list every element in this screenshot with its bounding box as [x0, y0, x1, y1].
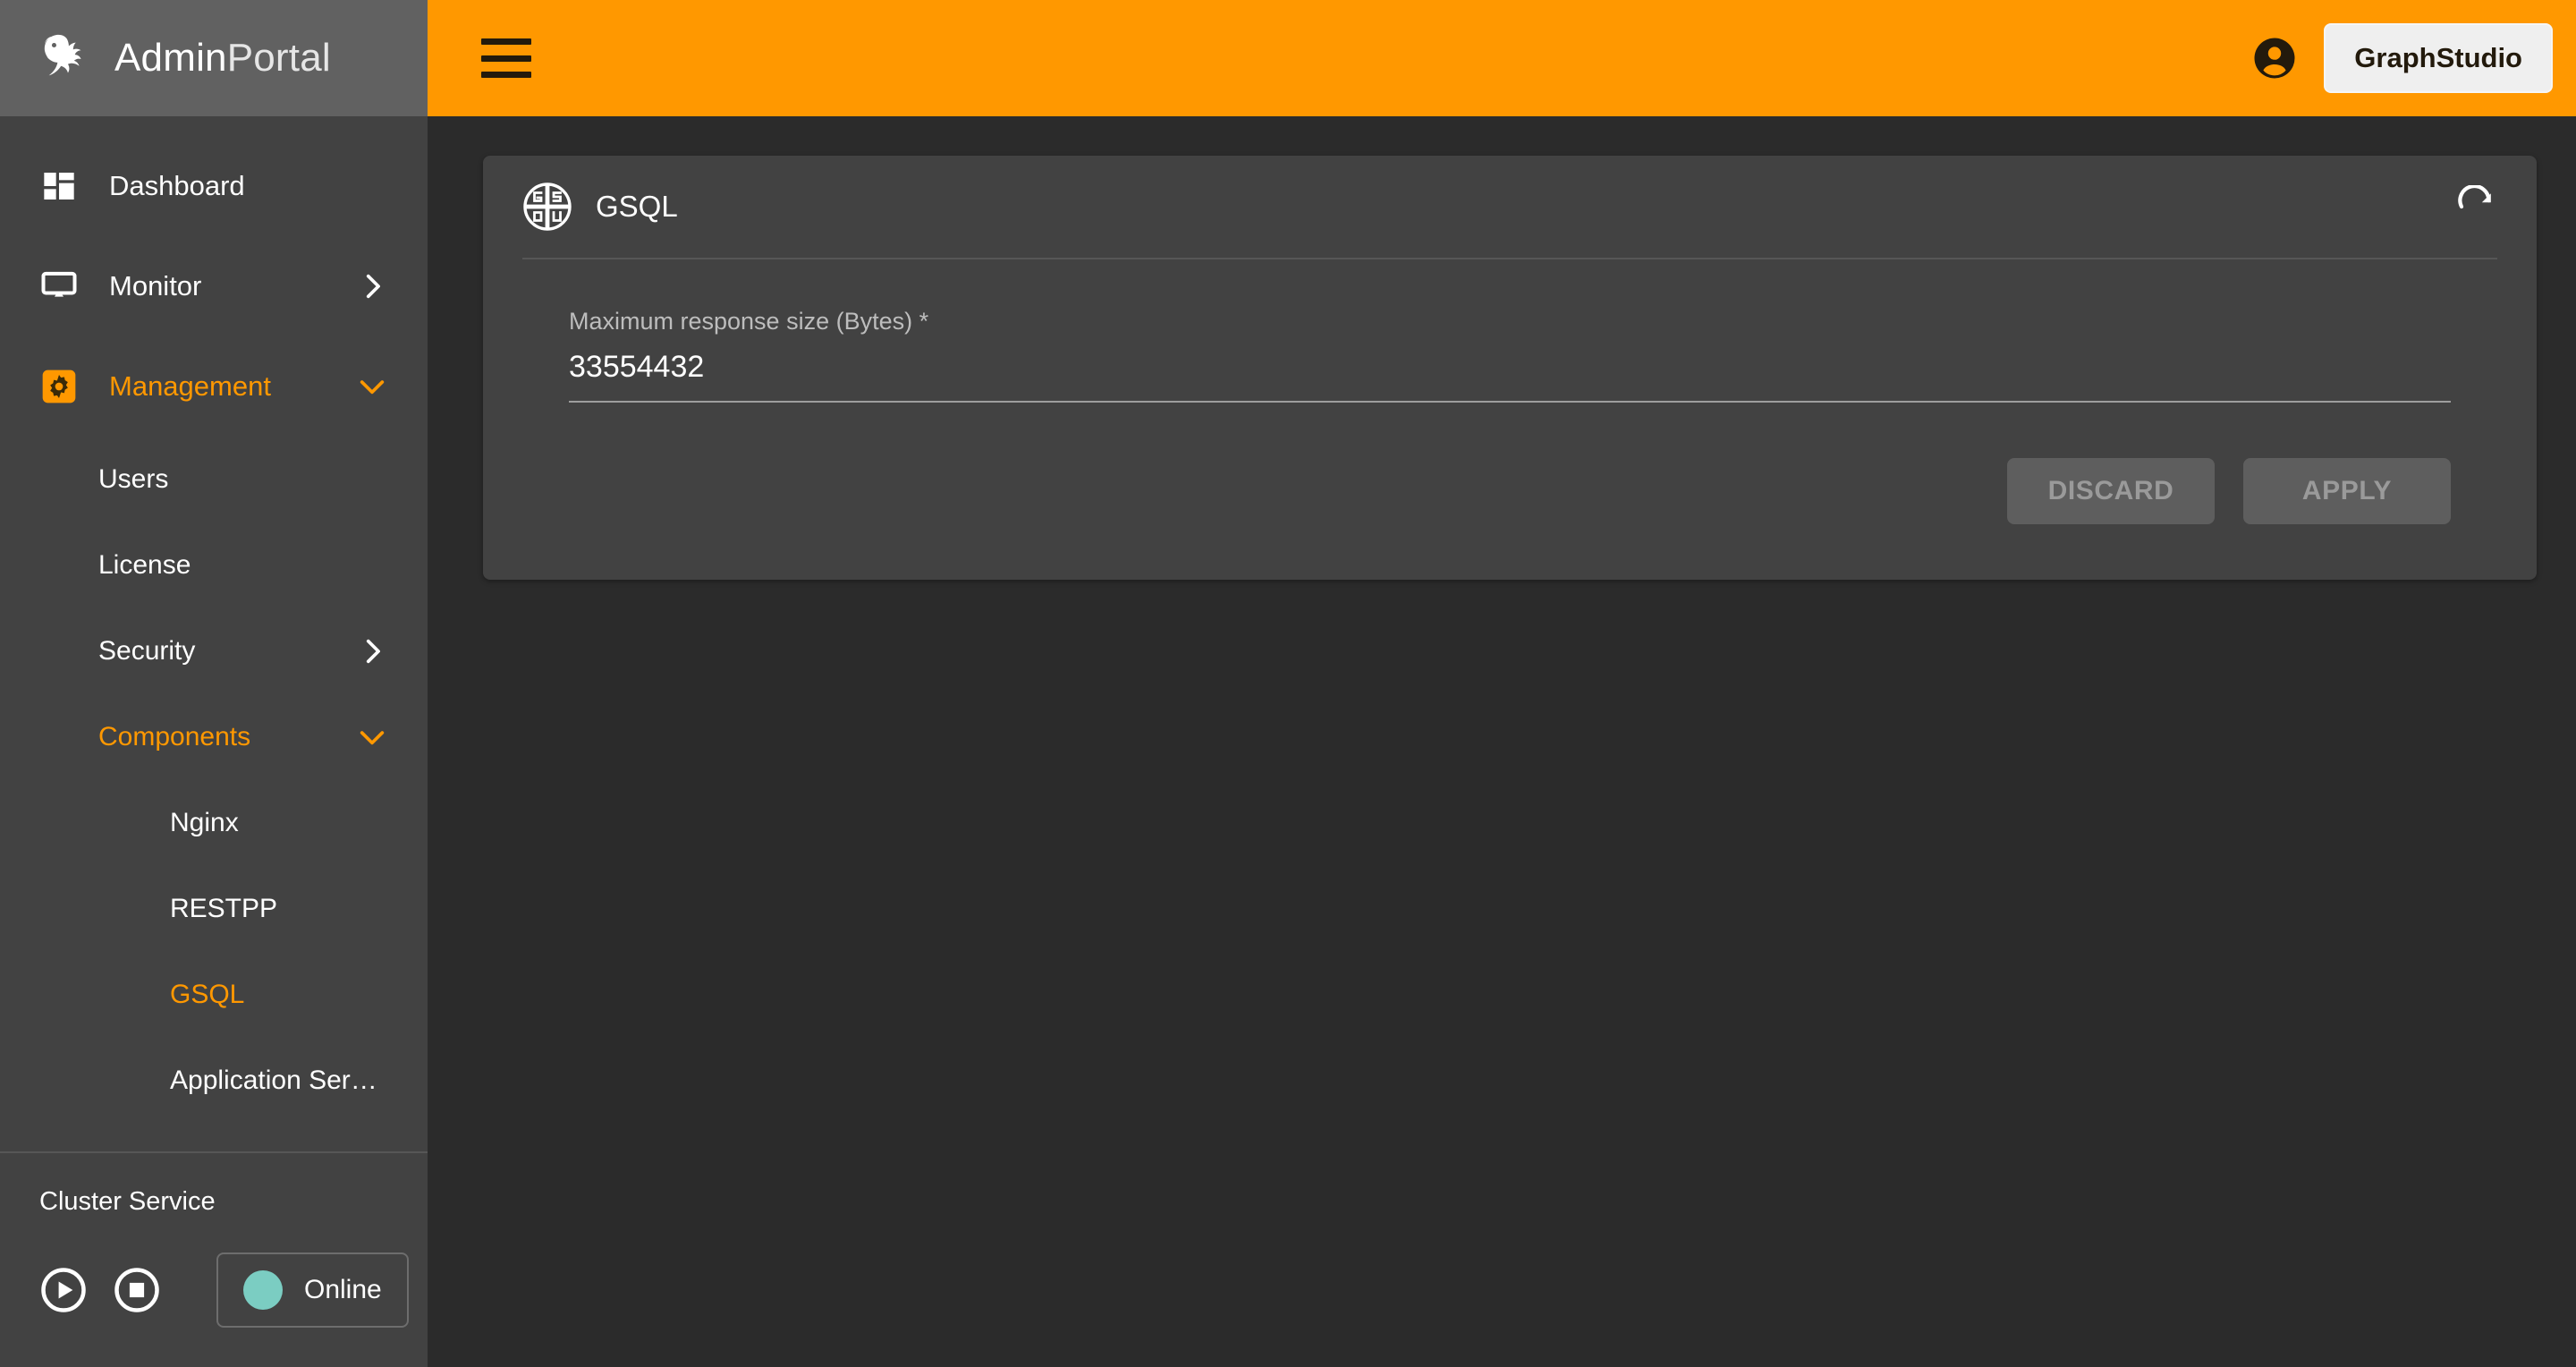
chevron-placeholder — [356, 170, 388, 202]
cluster-service-controls: Online — [39, 1252, 388, 1328]
sidebar-item-monitor[interactable]: Monitor — [0, 236, 428, 336]
chevron-placeholder — [356, 549, 388, 582]
sidebar-item-restpp[interactable]: RESTPP — [0, 866, 428, 952]
max-response-size-input[interactable] — [569, 350, 2451, 403]
monitor-screen-icon — [39, 267, 79, 306]
brand-title: AdminPortal — [114, 36, 331, 81]
sidebar-item-label: Components — [98, 722, 356, 752]
sidebar-item-gsql[interactable]: GSQL — [0, 952, 428, 1038]
stop-circle-icon[interactable] — [113, 1266, 161, 1314]
sidebar-item-label: GSQL — [170, 980, 388, 1010]
main-area: GraphStudio — [428, 0, 2576, 1367]
chevron-right-icon[interactable] — [356, 635, 388, 667]
sidebar: AdminPortal Dashboard Monitor — [0, 0, 428, 1367]
sidebar-item-dashboard[interactable]: Dashboard — [0, 136, 428, 236]
hamburger-line — [481, 55, 531, 62]
play-circle-icon[interactable] — [39, 1266, 88, 1314]
account-circle-icon[interactable] — [2250, 34, 2299, 82]
hamburger-line — [481, 72, 531, 78]
sidebar-item-nginx[interactable]: Nginx — [0, 780, 428, 866]
max-response-size-label: Maximum response size (Bytes) * — [569, 308, 2451, 335]
chevron-down-icon[interactable] — [356, 721, 388, 753]
sidebar-item-label: Management — [109, 370, 356, 403]
card-actions: DISCARD APPLY — [569, 458, 2451, 524]
refresh-icon[interactable] — [2454, 185, 2497, 228]
chevron-right-icon[interactable] — [356, 270, 388, 302]
cluster-service-panel: Cluster Service Online — [0, 1151, 428, 1367]
hamburger-line — [481, 38, 531, 45]
card-title: GSQL — [596, 190, 2454, 224]
status-dot-icon — [243, 1270, 283, 1310]
sidebar-item-label: Nginx — [170, 808, 388, 838]
chevron-down-icon[interactable] — [356, 370, 388, 403]
hamburger-menu-icon[interactable] — [481, 38, 531, 78]
gear-settings-icon — [39, 367, 79, 406]
apply-button[interactable]: APPLY — [2243, 458, 2451, 524]
sidebar-item-label: Dashboard — [109, 170, 356, 202]
cluster-service-title: Cluster Service — [39, 1187, 388, 1217]
brand-header: AdminPortal — [0, 0, 428, 116]
sidebar-nav: Dashboard Monitor Management — [0, 116, 428, 1151]
card-body: Maximum response size (Bytes) * DISCARD … — [483, 259, 2537, 580]
sidebar-item-label: Monitor — [109, 270, 356, 302]
tiger-head-logo-icon — [39, 30, 95, 86]
sidebar-item-label: License — [98, 550, 356, 581]
topbar: GraphStudio — [428, 0, 2576, 116]
discard-button[interactable]: DISCARD — [2007, 458, 2215, 524]
sidebar-item-label: RESTPP — [170, 894, 388, 924]
gsql-settings-card: GSQL Maximum response size (Bytes) * DIS… — [483, 156, 2537, 580]
sidebar-item-label: Users — [98, 464, 356, 495]
sidebar-item-users[interactable]: Users — [0, 437, 428, 522]
gsql-logo-icon — [522, 182, 572, 232]
sidebar-item-components[interactable]: Components — [0, 694, 428, 780]
brand-title-light: Portal — [227, 36, 331, 80]
sidebar-item-label: Application Serv… — [170, 1066, 388, 1096]
sidebar-item-management[interactable]: Management — [0, 336, 428, 437]
sidebar-item-label: Security — [98, 636, 356, 667]
max-response-size-field: Maximum response size (Bytes) * — [569, 308, 2451, 403]
chevron-placeholder — [356, 463, 388, 496]
graphstudio-button[interactable]: GraphStudio — [2324, 23, 2553, 93]
brand-title-bold: Admin — [114, 36, 227, 80]
dashboard-grid-icon — [39, 166, 79, 206]
app-root: AdminPortal Dashboard Monitor — [0, 0, 2576, 1367]
sidebar-item-application-server[interactable]: Application Serv… — [0, 1038, 428, 1124]
content-area: GSQL Maximum response size (Bytes) * DIS… — [428, 116, 2576, 1367]
status-label: Online — [304, 1275, 382, 1305]
sidebar-item-security[interactable]: Security — [0, 608, 428, 694]
sidebar-item-license[interactable]: License — [0, 522, 428, 608]
card-header: GSQL — [483, 156, 2537, 258]
status-badge: Online — [216, 1252, 409, 1328]
